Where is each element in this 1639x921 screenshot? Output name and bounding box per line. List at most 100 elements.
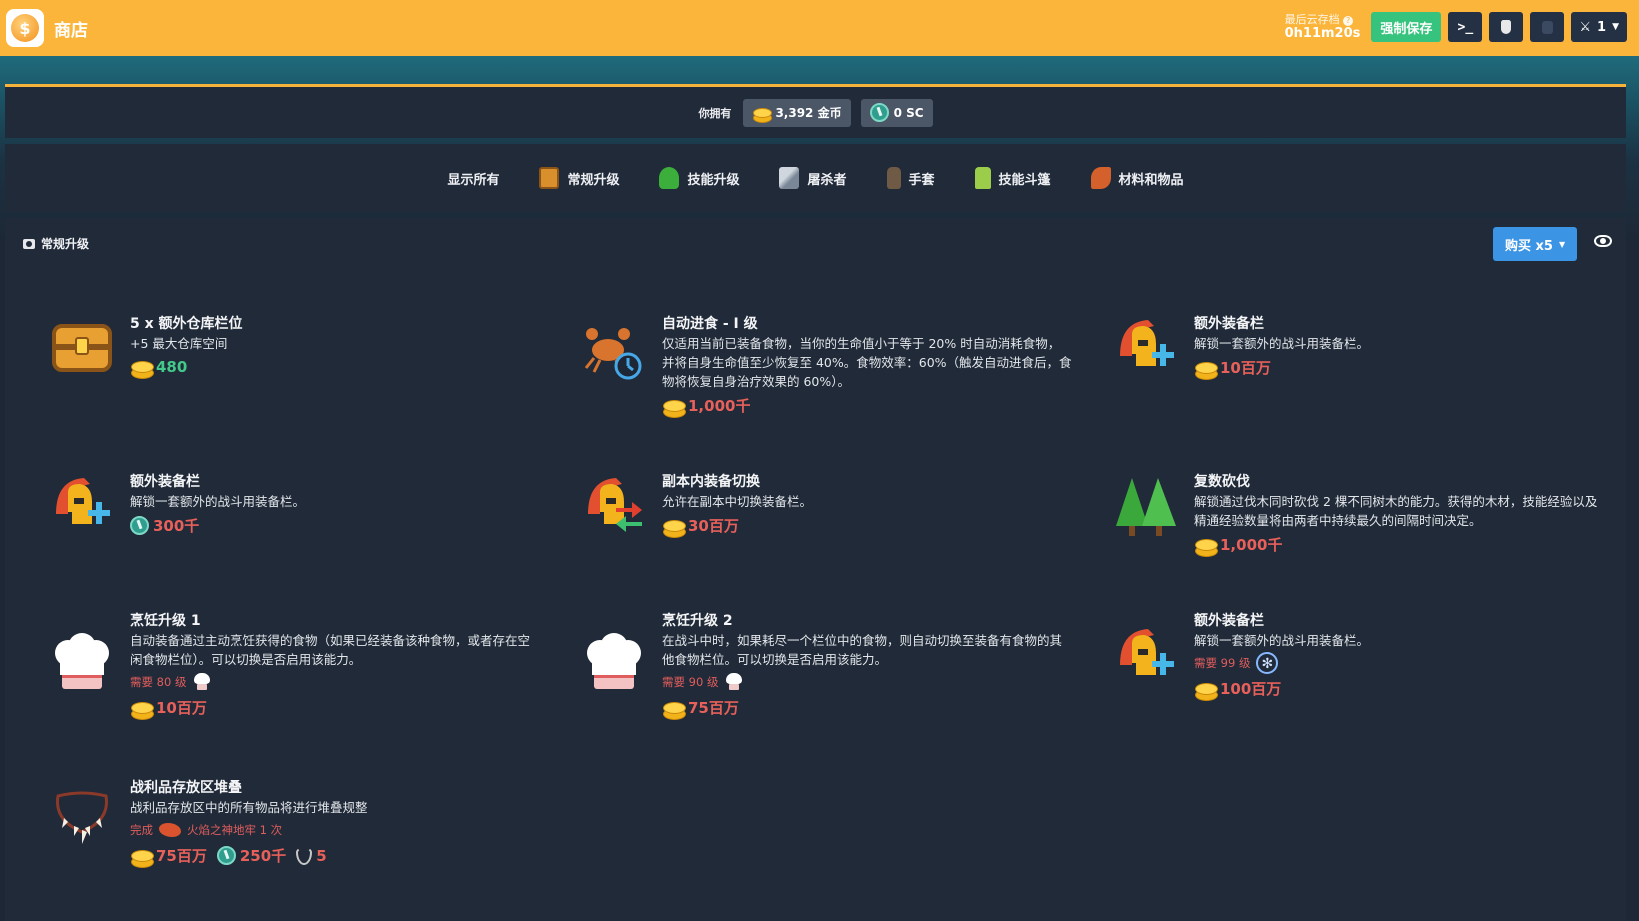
loadout-dropdown[interactable]: ⚔ 1 ▼ bbox=[1571, 12, 1627, 42]
item-desc: 允许在副本中切换装备栏。 bbox=[662, 494, 813, 509]
section-title: 常规升级 bbox=[23, 235, 89, 252]
item-name: 战利品存放区堆叠 bbox=[130, 780, 242, 796]
tab-skill-upgrades[interactable]: 技能升级 bbox=[639, 158, 759, 198]
fire-dungeon-icon bbox=[159, 823, 181, 837]
tab-label: 材料和物品 bbox=[1118, 172, 1184, 188]
tab-slayer[interactable]: 屠杀者 bbox=[759, 158, 866, 198]
tab-label: 常规升级 bbox=[567, 172, 620, 188]
section-title-label: 常规升级 bbox=[41, 237, 90, 251]
chest-icon bbox=[539, 167, 560, 189]
item-price: 1,000千 bbox=[1220, 536, 1283, 554]
necklace-icon bbox=[50, 786, 114, 850]
chevron-down-icon: ▼ bbox=[1612, 22, 1619, 32]
item-name: 额外装备栏 bbox=[1194, 316, 1264, 332]
item-desc: 解锁一套额外的战斗用装备栏。 bbox=[1194, 633, 1370, 648]
item-name: 烹饪升级 2 bbox=[662, 613, 733, 629]
console-button[interactable]: >_ bbox=[1448, 12, 1483, 42]
chef-hat-icon bbox=[582, 631, 646, 695]
item-requirement: 需要 99 级 bbox=[1194, 656, 1251, 670]
tab-skill-capes[interactable]: 技能斗篷 bbox=[955, 158, 1071, 198]
tab-label: 技能斗篷 bbox=[998, 172, 1051, 188]
crossed-swords-icon: ⚔ bbox=[1579, 19, 1592, 35]
item-desc: 战利品存放区中的所有物品将进行堆叠规整 bbox=[130, 800, 368, 815]
cloud-save-info: 最后云存档 ? 0h11m20s bbox=[1285, 13, 1361, 41]
caret-down-icon: ▼ bbox=[1558, 239, 1566, 249]
potion-button[interactable] bbox=[1489, 12, 1524, 42]
help-icon[interactable]: ? bbox=[1343, 16, 1354, 26]
item-requirement: 完成 bbox=[130, 823, 153, 837]
item-desc: 解锁通过伐木同时砍伐 2 棵不同树木的能力。获得的木材，技能经验以及精通经验数量… bbox=[1194, 494, 1598, 528]
tab-show-all[interactable]: 显示所有 bbox=[427, 158, 519, 198]
tab-materials-items[interactable]: 材料和物品 bbox=[1071, 158, 1204, 198]
chef-hat-icon bbox=[724, 673, 744, 691]
helmet-plus-icon bbox=[50, 472, 114, 536]
item-requirement: 需要 80 级 bbox=[130, 675, 187, 689]
category-tabs: 显示所有 常规升级 技能升级 屠杀者 手套 技能斗篷 材料和物品 bbox=[5, 144, 1626, 212]
tab-general-upgrades[interactable]: 常规升级 bbox=[519, 158, 639, 198]
item-price-material: 5 bbox=[316, 846, 327, 865]
cape-icon bbox=[974, 167, 991, 189]
gold-coin-icon bbox=[130, 698, 154, 720]
item-price: 30百万 bbox=[688, 517, 739, 535]
item-price: 10百万 bbox=[1220, 359, 1271, 377]
tab-label: 显示所有 bbox=[447, 172, 500, 188]
item-name: 复数砍伐 bbox=[1194, 474, 1250, 490]
gold-coin-icon bbox=[752, 105, 773, 123]
item-price: 300千 bbox=[153, 517, 200, 535]
tab-gloves[interactable]: 手套 bbox=[867, 158, 955, 198]
item-requirement: 需要 90 级 bbox=[662, 675, 719, 689]
food-button[interactable] bbox=[1530, 12, 1565, 42]
shop-logo-icon: $ bbox=[6, 9, 44, 47]
gold-amount: 3,392 金币 bbox=[775, 106, 842, 120]
gold-coin-icon bbox=[130, 846, 154, 868]
shop-section: 常规升级 购买 x5 ▼ 5 x 额外仓库栏位 +5 最大仓库空间 480 自动… bbox=[5, 218, 1626, 921]
helmet-plus-icon bbox=[1114, 314, 1178, 378]
cloud-save-label: 最后云存档 bbox=[1284, 13, 1340, 26]
glove-icon bbox=[886, 167, 901, 189]
tab-label: 手套 bbox=[908, 172, 935, 188]
item-price: 75百万 bbox=[156, 847, 207, 865]
trees-icon bbox=[1114, 476, 1178, 540]
item-desc: 自动装备通过主动烹饪获得的食物（如果已经装备该种食物，或者存在空闲食物栏位）。可… bbox=[130, 633, 531, 667]
currency-bar: 你拥有 3,392 金币 0 SC bbox=[5, 84, 1626, 138]
top-header: $ 商店 最后云存档 ? 0h11m20s 强制保存 >_ ⚔ 1 ▼ bbox=[0, 0, 1639, 56]
tab-label: 屠杀者 bbox=[807, 172, 847, 188]
terminal-icon: >_ bbox=[1457, 19, 1474, 35]
sc-balance: 0 SC bbox=[860, 98, 933, 127]
own-label: 你拥有 bbox=[698, 106, 732, 120]
gold-coin-icon bbox=[1194, 679, 1218, 701]
item-price: 480 bbox=[156, 358, 188, 376]
gold-coin-icon bbox=[1194, 358, 1218, 380]
item-price-sc: 250千 bbox=[239, 847, 287, 865]
food-icon bbox=[1541, 20, 1553, 34]
tree-icon bbox=[659, 167, 680, 189]
item-name: 自动进食 - I 级 bbox=[662, 316, 758, 332]
item-desc: 解锁一套额外的战斗用装备栏。 bbox=[1194, 336, 1370, 351]
gold-coin-icon bbox=[130, 357, 154, 379]
sc-icon bbox=[216, 846, 236, 865]
item-name: 5 x 额外仓库栏位 bbox=[130, 316, 243, 332]
item-price: 10百万 bbox=[156, 699, 207, 717]
force-save-button[interactable]: 强制保存 bbox=[1371, 12, 1442, 42]
tab-label: 技能升级 bbox=[687, 172, 740, 188]
slayer-icon bbox=[779, 167, 800, 189]
chef-hat-icon bbox=[192, 673, 212, 691]
cloud-save-time: 0h11m20s bbox=[1284, 26, 1361, 41]
necklace-icon bbox=[296, 846, 313, 865]
helmet-plus-icon bbox=[1114, 623, 1178, 687]
item-name: 额外装备栏 bbox=[1194, 613, 1264, 629]
item-desc: 解锁一套额外的战斗用装备栏。 bbox=[130, 494, 306, 509]
item-desc: 在战斗中时，如果耗尽一个栏位中的食物，则自动切换至装备有食物的其他食物栏位。可以… bbox=[662, 633, 1063, 667]
loadout-count: 1 bbox=[1597, 19, 1607, 35]
eye-icon[interactable] bbox=[1594, 235, 1612, 247]
gold-coin-icon bbox=[662, 698, 686, 720]
item-price: 75百万 bbox=[688, 699, 739, 717]
gold-coin-icon bbox=[1194, 535, 1218, 557]
item-requirement-target: 火焰之神地牢 1 次 bbox=[187, 823, 283, 837]
helmet-swap-icon bbox=[582, 472, 646, 536]
sc-icon bbox=[869, 103, 889, 122]
buy-quantity-dropdown[interactable]: 购买 x5 ▼ bbox=[1493, 227, 1578, 261]
sc-icon bbox=[130, 516, 149, 535]
camera-icon bbox=[23, 238, 35, 249]
gold-coin-icon bbox=[662, 516, 686, 538]
